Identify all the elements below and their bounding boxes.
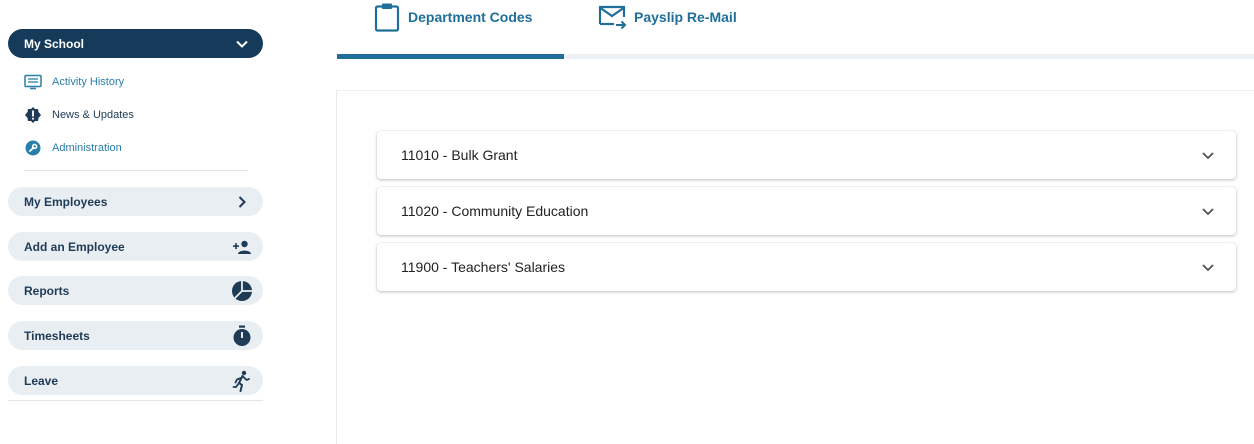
content-top-border (337, 90, 1254, 91)
sidebar-divider (8, 400, 263, 401)
sidebar-item-label: Activity History (52, 76, 125, 88)
tab-active-indicator (337, 54, 564, 59)
sidebar-item-reports[interactable]: Reports (8, 276, 263, 305)
sidebar-item-news-updates[interactable]: News & Updates (24, 105, 134, 125)
chevron-right-icon (231, 191, 253, 213)
mail-forward-icon (598, 1, 628, 33)
sidebar-item-add-employee[interactable]: Add an Employee (8, 232, 263, 261)
chevron-down-icon (1200, 203, 1216, 219)
wrench-icon (24, 139, 42, 157)
tab-payslip-remail[interactable]: Payslip Re-Mail (598, 0, 737, 34)
sidebar-item-label: Reports (24, 283, 70, 298)
accordion-label: 11900 - Teachers' Salaries (401, 259, 566, 275)
sidebar-item-label: Administration (52, 142, 122, 154)
my-school-label: My School (24, 36, 85, 51)
add-person-icon (231, 236, 253, 258)
accordion-item-11010[interactable]: 11010 - Bulk Grant (377, 131, 1236, 179)
accordion-label: 11020 - Community Education (401, 203, 589, 219)
tab-label: Payslip Re-Mail (634, 9, 737, 25)
sidebar-item-label: My Employees (24, 194, 108, 209)
tab-label: Department Codes (408, 9, 533, 25)
accordion-label: 11010 - Bulk Grant (401, 147, 518, 163)
chevron-down-icon (1200, 259, 1216, 275)
sidebar-item-activity-history[interactable]: Activity History (24, 72, 124, 92)
sidebar-item-my-employees[interactable]: My Employees (8, 187, 263, 216)
activity-list-icon (24, 73, 42, 91)
chevron-down-icon (1200, 147, 1216, 163)
stopwatch-icon (231, 325, 253, 347)
chevron-down-icon (235, 37, 249, 51)
sidebar-item-label: Timesheets (24, 328, 90, 343)
sidebar-divider (24, 170, 248, 171)
pie-chart-icon (231, 280, 253, 302)
sidebar-item-label: Leave (24, 373, 59, 388)
accordion-item-11020[interactable]: 11020 - Community Education (377, 187, 1236, 235)
sidebar-item-leave[interactable]: Leave (8, 366, 263, 395)
my-school-toggle[interactable]: My School (8, 29, 263, 58)
alert-badge-icon (24, 106, 42, 124)
sidebar-item-label: News & Updates (52, 109, 134, 121)
sidebar-item-administration[interactable]: Administration (24, 138, 122, 158)
clipboard-icon (372, 1, 402, 33)
sidebar: My School Activity History News & Update… (0, 0, 270, 444)
tab-department-codes[interactable]: Department Codes (372, 0, 532, 34)
sidebar-item-label: Add an Employee (24, 239, 125, 254)
sidebar-item-timesheets[interactable]: Timesheets (8, 321, 263, 350)
accordion-item-11900[interactable]: 11900 - Teachers' Salaries (377, 243, 1236, 291)
content-left-border (336, 90, 337, 444)
running-person-icon (231, 370, 253, 392)
